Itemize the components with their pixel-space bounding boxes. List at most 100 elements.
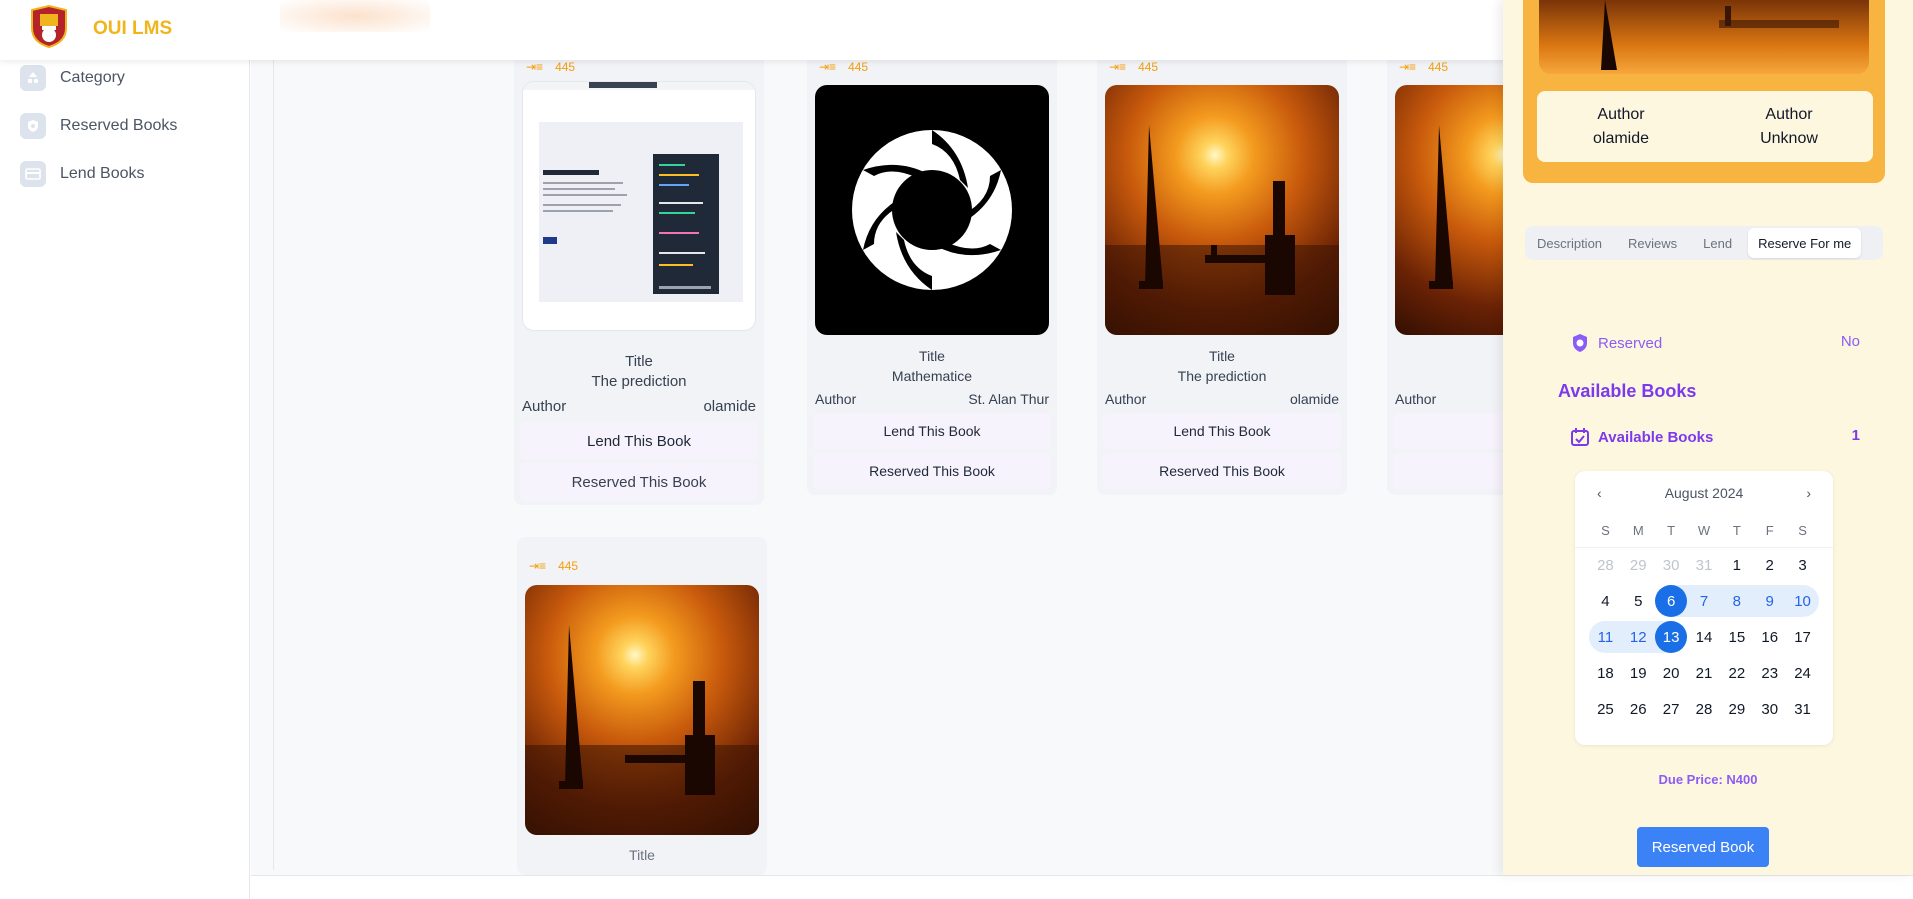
calendar-day[interactable]: 24 <box>1786 657 1819 689</box>
calendar-day[interactable]: 15 <box>1720 621 1753 653</box>
brand-title[interactable]: OUI LMS <box>93 18 172 40</box>
school-logo-icon[interactable] <box>28 4 70 49</box>
calendar-day[interactable]: 16 <box>1753 621 1786 653</box>
book-card: ⇥≡ 445 Title The prediction Author olami… <box>514 50 764 505</box>
category-icon <box>20 65 46 91</box>
book-card: ⇥≡ 445 Title Mathematice Author St. Alan… <box>807 50 1057 495</box>
calendar-day[interactable]: 4 <box>1589 585 1622 617</box>
book-author-row: Author olamide <box>522 398 756 415</box>
reserved-value: No <box>1840 333 1860 350</box>
book-title-label: Title <box>629 847 655 863</box>
reserve-book-button[interactable]: Reserved This Book <box>813 453 1051 489</box>
calendar-day[interactable]: 30 <box>1753 693 1786 725</box>
book-card: ⇥≡ 445 Title The prediction Author olami… <box>1097 50 1347 495</box>
card-icon <box>20 161 46 187</box>
list-arrow-icon: ⇥≡ <box>1109 60 1127 74</box>
lend-book-button[interactable]: Lend This Book <box>1103 413 1341 449</box>
book-cover-image[interactable] <box>815 85 1049 335</box>
book-count: ⇥≡ 445 <box>526 60 576 74</box>
calendar-day[interactable]: 11 <box>1589 621 1622 653</box>
sidebar-item-label: Lend Books <box>60 165 145 182</box>
book-cover-image[interactable] <box>1105 85 1339 335</box>
calendar-day[interactable]: 10 <box>1786 585 1819 617</box>
detail-tabs: Description Reviews Lend Reserve For me <box>1525 226 1883 260</box>
calendar-day[interactable]: 14 <box>1688 621 1721 653</box>
chevron-left-icon[interactable]: ‹ <box>1597 485 1602 501</box>
book-title: Mathematice <box>891 368 973 384</box>
book-title: The prediction <box>591 373 687 390</box>
calendar-day[interactable]: 1 <box>1720 549 1753 581</box>
lend-book-button[interactable]: Lend This Book <box>520 422 758 460</box>
calendar-days: 28 29 30 31 1 2 3 4 5 6 7 8 9 10 11 12 13 14 15 16 17 18 19 20 2… <box>1589 549 1819 725</box>
sidebar-item-category[interactable]: Category <box>20 65 125 91</box>
calendar-day[interactable]: 22 <box>1720 657 1753 689</box>
sidebar-item-label: Category <box>60 69 125 86</box>
tab-reviews[interactable]: Reviews <box>1618 228 1687 258</box>
calendar-day[interactable]: 6 <box>1654 585 1688 617</box>
calendar-day[interactable]: 3 <box>1786 549 1819 581</box>
book-cover-image[interactable] <box>522 81 756 331</box>
aperture-logo-icon <box>852 130 1012 290</box>
calendar-day[interactable]: 28 <box>1688 693 1721 725</box>
calendar-day[interactable]: 2 <box>1753 549 1786 581</box>
calendar-month: August 2024 <box>1664 485 1744 501</box>
book-title-label: Title <box>1209 348 1235 364</box>
tab-lend[interactable]: Lend <box>1693 228 1742 258</box>
shield-icon <box>20 113 46 139</box>
sidebar-item-reserved-books[interactable]: Reserved Books <box>20 113 177 139</box>
book-count: ⇥≡ 445 <box>529 559 579 573</box>
calendar-weekdays: S M T W T F S <box>1601 523 1807 538</box>
book-card: ⇥≡ 445 Title <box>517 537 767 875</box>
book-title-label: Title <box>625 353 653 370</box>
calendar-day[interactable]: 19 <box>1622 657 1655 689</box>
book-cover-image <box>1539 0 1869 74</box>
calendar-day[interactable]: 18 <box>1589 657 1622 689</box>
calendar-day[interactable]: 21 <box>1688 657 1721 689</box>
list-arrow-icon: ⇥≡ <box>529 559 547 573</box>
reserved-book-button[interactable]: Reserved Book <box>1637 827 1769 867</box>
tab-description[interactable]: Description <box>1527 228 1612 258</box>
chevron-right-icon[interactable]: › <box>1806 485 1811 501</box>
lend-book-button[interactable]: Lend This Book <box>813 413 1051 449</box>
calendar-day[interactable]: 20 <box>1655 657 1688 689</box>
list-arrow-icon: ⇥≡ <box>526 60 544 74</box>
calendar-check-icon <box>1571 428 1589 446</box>
sidebar-item-label: Reserved Books <box>60 117 178 134</box>
sidebar-item-lend-books[interactable]: Lend Books <box>20 161 145 187</box>
calendar-day[interactable]: 25 <box>1589 693 1622 725</box>
calendar-day[interactable]: 26 <box>1622 693 1655 725</box>
calendar-day[interactable]: 30 <box>1655 549 1688 581</box>
calendar-day[interactable]: 29 <box>1622 549 1655 581</box>
reserve-book-button[interactable]: Reserved This Book <box>520 463 758 501</box>
reserve-book-button[interactable]: Reserved This Book <box>1103 453 1341 489</box>
panel-hero: Author olamide Author Unknow <box>1523 0 1885 183</box>
calendar-day[interactable]: 9 <box>1753 585 1787 617</box>
book-count: ⇥≡ 445 <box>1399 60 1449 74</box>
calendar-day[interactable]: 7 <box>1687 585 1721 617</box>
book-title: The prediction <box>1177 368 1267 384</box>
book-cover-image[interactable] <box>525 585 759 835</box>
book-count: ⇥≡ 445 <box>819 60 869 74</box>
calendar-day[interactable]: 12 <box>1621 621 1655 653</box>
calendar-day[interactable]: 31 <box>1688 549 1721 581</box>
available-books-heading: Available Books <box>1558 381 1697 401</box>
calendar-day[interactable]: 23 <box>1753 657 1786 689</box>
sidebar: Category Reserved Books Lend Books <box>0 60 250 899</box>
calendar-day[interactable]: 27 <box>1655 693 1688 725</box>
date-range-calendar: ‹ August 2024 › S M T W T F S 28 29 30 31 1 2… <box>1575 471 1833 745</box>
calendar-day[interactable]: 17 <box>1786 621 1819 653</box>
calendar-day[interactable]: 8 <box>1720 585 1754 617</box>
book-title-label: Title <box>919 348 945 364</box>
calendar-day[interactable]: 31 <box>1786 693 1819 725</box>
calendar-header: ‹ August 2024 › <box>1575 485 1833 501</box>
content-divider <box>273 60 274 870</box>
calendar-day[interactable]: 13 <box>1654 621 1688 653</box>
reserved-label: Reserved <box>1598 334 1663 352</box>
author-column: Author Unknow <box>1760 105 1818 147</box>
book-count: ⇥≡ 445 <box>1109 60 1159 74</box>
calendar-day[interactable]: 28 <box>1589 549 1622 581</box>
tab-reserve-for-me[interactable]: Reserve For me <box>1748 228 1862 258</box>
calendar-day[interactable]: 5 <box>1622 585 1655 617</box>
calendar-day[interactable]: 29 <box>1720 693 1753 725</box>
author-info: Author olamide Author Unknow <box>1537 91 1873 162</box>
